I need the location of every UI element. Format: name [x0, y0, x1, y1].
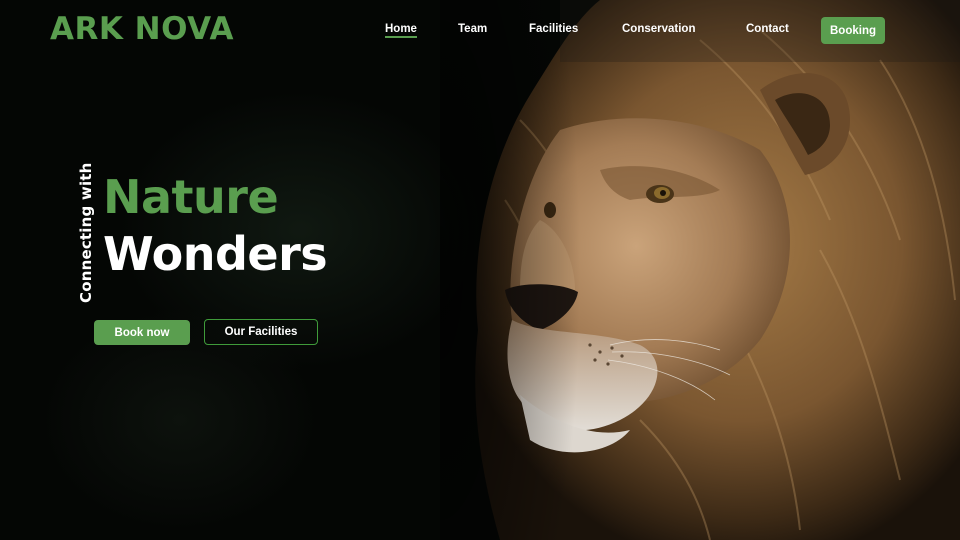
main-nav: Home Team Facilities Conservation Contac…	[0, 0, 960, 62]
headline-main: Wonders	[103, 227, 328, 281]
book-now-button[interactable]: Book now	[94, 320, 190, 345]
headline-accent: Nature	[103, 170, 279, 224]
hero-tagline: Connecting with	[77, 162, 95, 303]
our-facilities-button[interactable]: Our Facilities	[204, 319, 318, 345]
nav-link-contact[interactable]: Contact	[746, 23, 789, 35]
nav-link-home[interactable]: Home	[385, 23, 417, 38]
nav-link-team[interactable]: Team	[458, 23, 487, 35]
nav-link-facilities[interactable]: Facilities	[529, 23, 578, 35]
booking-button[interactable]: Booking	[821, 17, 885, 44]
nav-link-conservation[interactable]: Conservation	[622, 23, 696, 35]
